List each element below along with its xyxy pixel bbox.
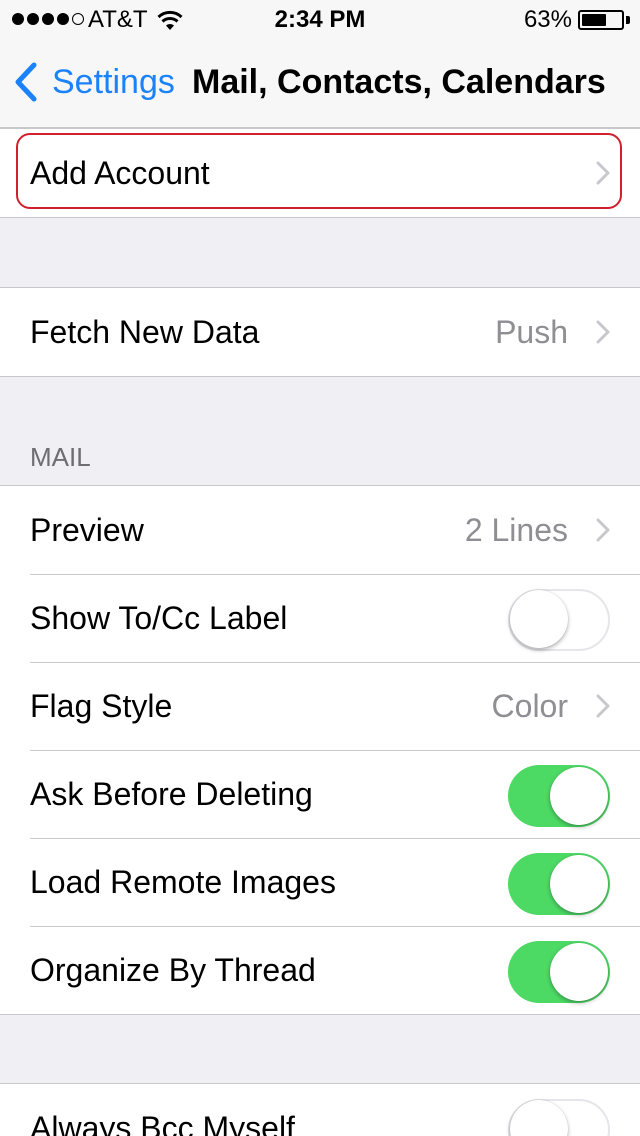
fetch-new-data-label: Fetch New Data: [30, 313, 260, 350]
battery-percentage: 63%: [523, 6, 572, 33]
preview-row[interactable]: Preview 2 Lines: [0, 486, 640, 574]
fetch-group: Fetch New Data Push: [0, 287, 640, 377]
ask-before-deleting-label: Ask Before Deleting: [30, 775, 313, 812]
chevron-right-icon: [596, 518, 610, 542]
accounts-group: Add Account: [0, 128, 640, 218]
settings-screen: AT&T 2:34 PM 63% Settings Mail, Contacts…: [0, 0, 640, 1136]
always-bcc-label: Always Bcc Myself: [30, 1109, 295, 1136]
always-bcc-toggle[interactable]: [508, 1099, 610, 1136]
battery-icon: [578, 10, 624, 30]
back-button[interactable]: Settings: [14, 62, 175, 102]
load-remote-images-label: Load Remote Images: [30, 863, 336, 900]
organize-by-thread-row: Organize By Thread: [0, 926, 640, 1014]
mail-section-header: MAIL: [30, 442, 91, 472]
add-account-row[interactable]: Add Account: [0, 129, 640, 217]
preview-label: Preview: [30, 511, 144, 548]
fetch-new-data-row[interactable]: Fetch New Data Push: [0, 288, 640, 376]
show-to-cc-row: Show To/Cc Label: [0, 574, 640, 662]
show-to-cc-toggle[interactable]: [508, 589, 610, 651]
mail-group: Preview 2 Lines Show To/Cc Label Flag St…: [0, 485, 640, 1015]
chevron-left-icon: [15, 62, 37, 102]
ask-before-deleting-row: Ask Before Deleting: [0, 750, 640, 838]
ask-before-deleting-toggle[interactable]: [508, 765, 610, 827]
organize-by-thread-label: Organize By Thread: [30, 951, 316, 988]
flag-style-value: Color: [491, 687, 568, 724]
chevron-right-icon: [596, 320, 610, 344]
status-bar: AT&T 2:34 PM 63%: [0, 0, 640, 40]
organize-by-thread-toggle[interactable]: [508, 941, 610, 1003]
flag-style-row[interactable]: Flag Style Color: [0, 662, 640, 750]
flag-style-label: Flag Style: [30, 687, 173, 724]
highlight-outline: [16, 133, 622, 209]
show-to-cc-label: Show To/Cc Label: [30, 599, 288, 636]
page-title: Mail, Contacts, Calendars: [192, 63, 606, 101]
always-bcc-row: Always Bcc Myself: [0, 1084, 640, 1136]
chevron-right-icon: [596, 161, 610, 185]
top-bar: AT&T 2:34 PM 63% Settings Mail, Contacts…: [0, 0, 640, 128]
fetch-new-data-value: Push: [495, 313, 568, 350]
bcc-group: Always Bcc Myself: [0, 1083, 640, 1136]
chevron-right-icon: [596, 694, 610, 718]
battery-nub: [626, 16, 630, 24]
navigation-bar: Settings Mail, Contacts, Calendars: [0, 40, 640, 128]
back-button-label: Settings: [52, 63, 175, 101]
preview-value: 2 Lines: [464, 511, 568, 548]
load-remote-images-toggle[interactable]: [508, 853, 610, 915]
load-remote-images-row: Load Remote Images: [0, 838, 640, 926]
